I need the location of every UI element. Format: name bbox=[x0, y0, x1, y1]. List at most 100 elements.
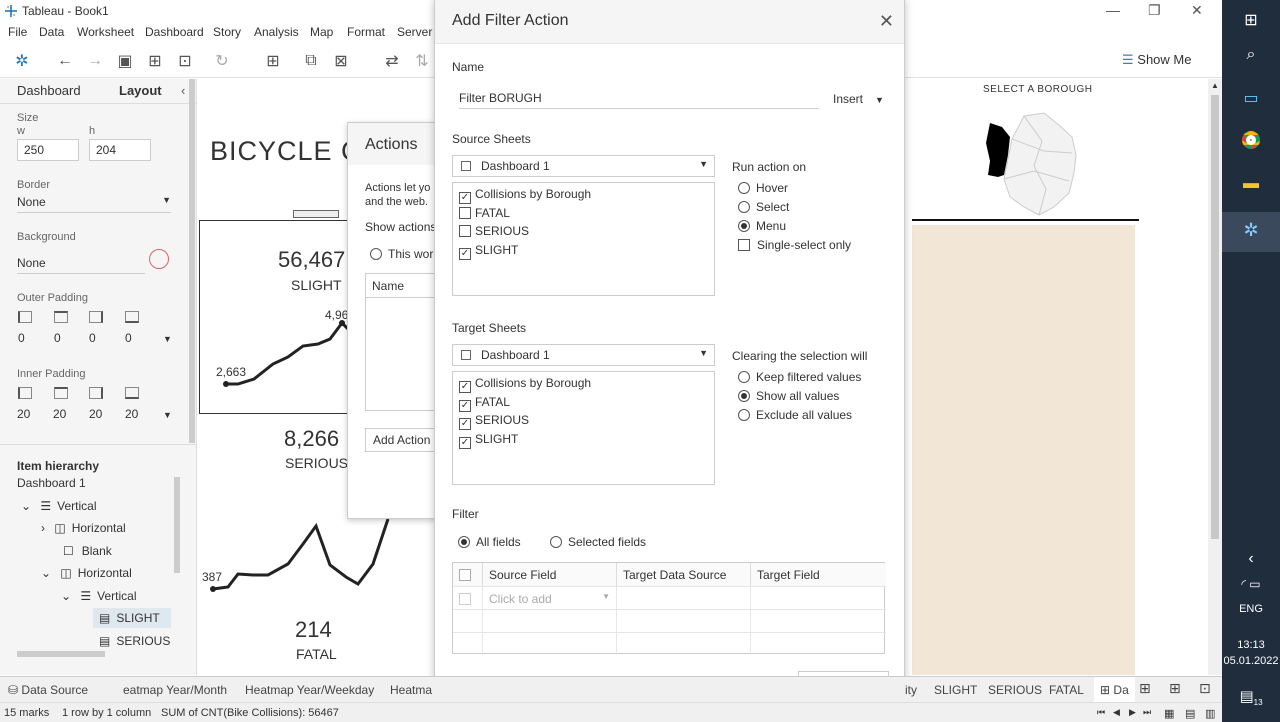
table-cell[interactable] bbox=[751, 586, 886, 609]
inner-padding-top[interactable]: 20 bbox=[53, 407, 66, 421]
no-color-icon[interactable] bbox=[149, 249, 169, 269]
tree-item-horizontal[interactable]: ⌄ ◫ Horizontal bbox=[41, 566, 132, 580]
canvas-scrollbar[interactable]: ▲ bbox=[1208, 79, 1222, 675]
table-cell[interactable] bbox=[617, 586, 751, 609]
tree-item-slight[interactable]: ▤ SLIGHT bbox=[93, 608, 171, 628]
tree-item-vertical[interactable]: ⌄ ☰ Vertical bbox=[21, 499, 97, 513]
sheet-tab[interactable]: Heatma bbox=[390, 683, 432, 697]
sheet-tab-slight[interactable]: SLIGHT bbox=[934, 683, 977, 697]
padding-left-icon[interactable] bbox=[18, 311, 32, 323]
source-sheet-item[interactable]: ✓ SLIGHT bbox=[459, 243, 518, 260]
source-sheet-item[interactable]: SERIOUS bbox=[459, 224, 529, 238]
padding-bottom-icon[interactable] bbox=[125, 311, 139, 323]
tree-item-horizontal[interactable]: › ◫ Horizontal bbox=[41, 521, 126, 535]
close-window-icon[interactable]: ✕ bbox=[1191, 2, 1203, 19]
height-input[interactable]: 204 bbox=[89, 139, 151, 161]
new-story-icon[interactable]: ⊡ bbox=[1199, 680, 1211, 697]
dashboard-tab-active[interactable]: ⊞ Da bbox=[1094, 677, 1135, 703]
run-on-select-radio[interactable]: Select bbox=[738, 200, 789, 214]
show-all-values-radio[interactable]: Show all values bbox=[738, 389, 839, 403]
prev-sheet-icon[interactable]: ◀ bbox=[1113, 707, 1120, 718]
new-worksheet-icon[interactable]: ⊞ bbox=[262, 50, 284, 72]
refresh-icon[interactable]: ↻ bbox=[211, 50, 233, 72]
tab-layout[interactable]: Layout bbox=[119, 83, 162, 98]
inner-padding-bottom[interactable]: 20 bbox=[125, 407, 138, 421]
windows-start-icon[interactable]: ⊞ bbox=[1222, 10, 1280, 30]
target-sheet-item[interactable]: ✓ SLIGHT bbox=[459, 432, 518, 449]
hierarchy-root[interactable]: Dashboard 1 bbox=[17, 476, 86, 490]
undo-icon[interactable]: ← bbox=[54, 50, 76, 72]
file-explorer-icon[interactable]: ▬ bbox=[1222, 175, 1280, 193]
show-me-button[interactable]: ☰ Show Me bbox=[1122, 52, 1191, 68]
all-fields-radio[interactable]: All fields bbox=[458, 535, 521, 549]
data-source-tab[interactable]: ⛁ Data Source bbox=[8, 683, 88, 697]
menu-format[interactable]: Format bbox=[347, 25, 385, 39]
padding-right-icon[interactable] bbox=[89, 387, 103, 399]
sheet-tab[interactable]: Heatmap Year/Weekday bbox=[245, 683, 374, 697]
action-name-input[interactable]: Filter BORUGH bbox=[459, 91, 819, 109]
show-sheet-sorter-icon[interactable]: ▥ bbox=[1205, 707, 1215, 720]
collapse-panel-icon[interactable]: ‹ bbox=[181, 83, 185, 98]
padding-bottom-icon[interactable] bbox=[125, 387, 139, 399]
this-worksheet-radio[interactable]: This wor bbox=[370, 247, 433, 261]
panel-scrollbar[interactable] bbox=[189, 79, 195, 443]
width-input[interactable]: 250 bbox=[17, 139, 79, 161]
target-sheets-dropdown[interactable]: Dashboard 1 ▼ bbox=[452, 344, 715, 366]
notification-icon[interactable]: ▤13 bbox=[1222, 687, 1280, 707]
outer-padding-top[interactable]: 0 bbox=[54, 331, 61, 345]
inner-padding-right[interactable]: 20 bbox=[89, 407, 102, 421]
selected-fields-radio[interactable]: Selected fields bbox=[550, 535, 646, 549]
clear-sheet-icon[interactable]: ⊠ bbox=[330, 50, 352, 72]
source-field-header[interactable]: Source Field bbox=[483, 563, 617, 586]
padding-left-icon[interactable] bbox=[18, 387, 32, 399]
menu-analysis[interactable]: Analysis bbox=[254, 25, 299, 39]
outer-padding-bottom[interactable]: 0 bbox=[125, 331, 132, 345]
menu-story[interactable]: Story bbox=[213, 25, 241, 39]
target-sheet-item[interactable]: ✓ SERIOUS bbox=[459, 413, 529, 430]
tree-item-blank[interactable]: ☐ Blank bbox=[63, 544, 112, 558]
insert-dropdown[interactable]: Insert ▼ bbox=[833, 92, 884, 106]
new-dashboard-icon[interactable]: ⊞ bbox=[1169, 680, 1181, 697]
scroll-thumb[interactable] bbox=[1211, 95, 1219, 539]
wifi-battery-icon[interactable]: ◜ ▭ bbox=[1222, 577, 1280, 591]
pause-updates-icon[interactable]: ⊡ bbox=[174, 50, 196, 72]
outer-padding-right[interactable]: 0 bbox=[89, 331, 96, 345]
single-select-checkbox[interactable]: Single-select only bbox=[738, 238, 851, 252]
close-icon[interactable]: ✕ bbox=[879, 11, 894, 32]
tableau-home-icon[interactable]: ✲ bbox=[11, 50, 33, 72]
language-indicator[interactable]: ENG bbox=[1222, 603, 1280, 615]
chevron-up-icon[interactable]: ▲ bbox=[1211, 81, 1219, 90]
menu-worksheet[interactable]: Worksheet bbox=[77, 25, 134, 39]
clock-time[interactable]: 13:13 bbox=[1222, 639, 1280, 651]
target-field-header[interactable]: Target Field bbox=[751, 563, 886, 586]
menu-dashboard[interactable]: Dashboard bbox=[145, 25, 204, 39]
source-sheet-item[interactable]: FATAL bbox=[459, 206, 510, 220]
outer-padding-left[interactable]: 0 bbox=[18, 331, 25, 345]
sheet-tab[interactable]: eatmap Year/Month bbox=[123, 683, 227, 697]
chrome-icon[interactable] bbox=[1222, 131, 1280, 152]
clock-date[interactable]: 05.01.2022 bbox=[1222, 655, 1280, 667]
new-data-source-icon[interactable]: ⊞ bbox=[144, 50, 166, 72]
sort-icon[interactable]: ⇅ bbox=[411, 50, 433, 72]
tableau-taskbar-icon[interactable]: ✲ bbox=[1222, 212, 1280, 252]
tree-item-vertical[interactable]: ⌄ ☰ Vertical bbox=[61, 589, 137, 603]
drag-handle[interactable] bbox=[293, 210, 339, 218]
minimize-icon[interactable]: — bbox=[1106, 2, 1120, 18]
chevron-down-icon[interactable]: ▼ bbox=[163, 334, 172, 344]
horizontal-scrollbar[interactable] bbox=[17, 651, 105, 657]
padding-right-icon[interactable] bbox=[89, 311, 103, 323]
source-sheets-dropdown[interactable]: Dashboard 1 ▼ bbox=[452, 155, 715, 177]
restore-icon[interactable]: ❐ bbox=[1148, 2, 1161, 19]
background-select[interactable]: None bbox=[17, 256, 145, 274]
border-select[interactable]: None ▼ bbox=[17, 195, 171, 213]
sheet-tab-fatal[interactable]: FATAL bbox=[1049, 683, 1084, 697]
save-icon[interactable]: ▣ bbox=[114, 50, 136, 72]
sheet-tab-serious[interactable]: SERIOUS bbox=[988, 683, 1042, 697]
target-sheet-item[interactable]: ✓ FATAL bbox=[459, 395, 510, 412]
redo-icon[interactable]: → bbox=[84, 50, 106, 72]
computer-icon[interactable]: ▭ bbox=[1222, 88, 1280, 108]
duplicate-sheet-icon[interactable]: ⧉ bbox=[300, 50, 322, 72]
target-sheet-item[interactable]: ✓ Collisions by Borough bbox=[459, 376, 591, 393]
sheet-tab[interactable]: ity bbox=[905, 683, 917, 697]
exclude-all-radio[interactable]: Exclude all values bbox=[738, 408, 852, 422]
